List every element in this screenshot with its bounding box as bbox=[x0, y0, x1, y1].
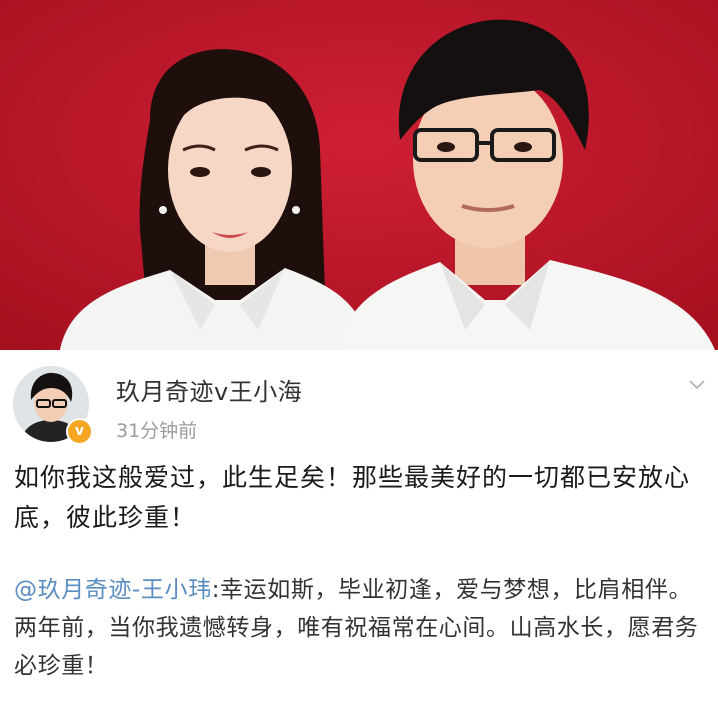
verified-badge: v bbox=[66, 418, 93, 445]
weibo-post-card: v 玖月奇迹v王小海 31分钟前 如你我这般爱过，此生足矣！那些最美好的一切都已… bbox=[0, 350, 718, 722]
screenshot-frame: v 玖月奇迹v王小海 31分钟前 如你我这般爱过，此生足矣！那些最美好的一切都已… bbox=[0, 0, 718, 722]
couple-photo bbox=[0, 0, 718, 350]
username[interactable]: 玖月奇迹v王小海 bbox=[116, 372, 302, 407]
post-timestamp: 31分钟前 bbox=[116, 420, 198, 442]
post-text: 如你我这般爱过，此生足矣！那些最美好的一切都已安放心底，彼此珍重！ bbox=[14, 463, 691, 532]
mention-link[interactable]: @玖月奇迹-王小玮 bbox=[14, 577, 212, 603]
chevron-down-icon[interactable] bbox=[688, 376, 706, 394]
repost-text: @玖月奇迹-王小玮:幸运如斯，毕业初逢，爱与梦想，比肩相伴。两年前，当你我遗憾转… bbox=[14, 571, 708, 685]
